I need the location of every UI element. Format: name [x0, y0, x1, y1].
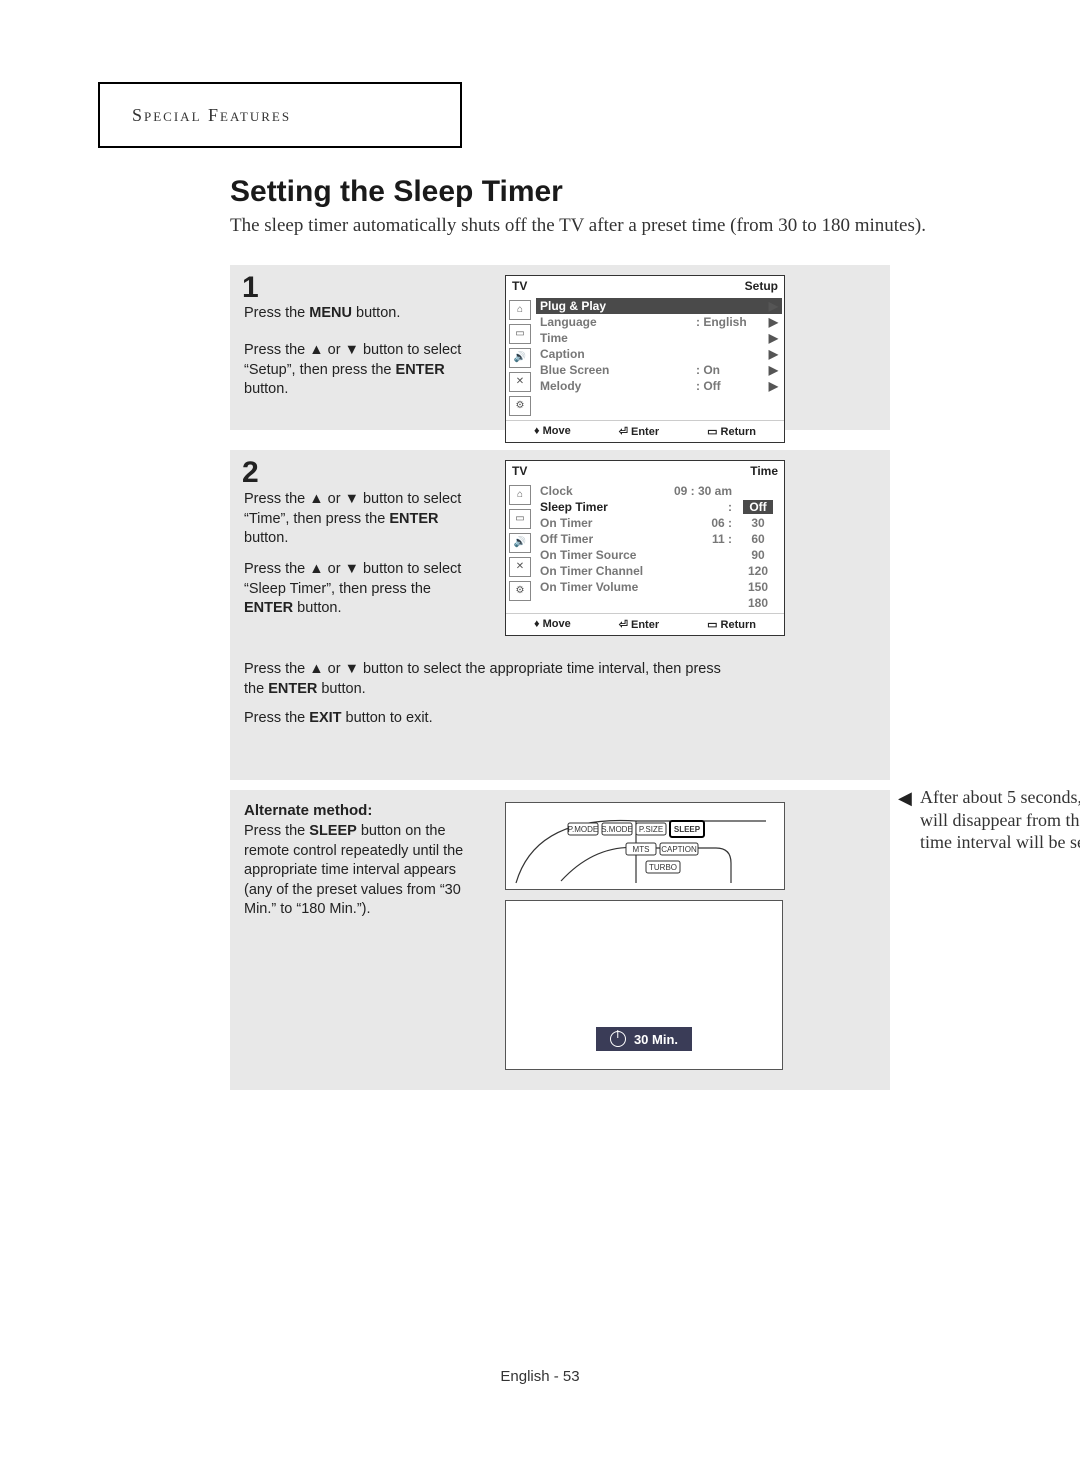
osd-menu-title: Time [750, 464, 778, 478]
intro-text: The sleep timer automatically shuts off … [230, 215, 950, 237]
step2-text-b: Press the ▲ or ▼ button to select “Sleep… [244, 560, 474, 619]
osd-row-on-timer-volume: On Timer Volume150 [540, 579, 778, 595]
down-triangle-icon: ▼ [345, 491, 359, 507]
picture-icon: ▭ [509, 509, 531, 529]
up-triangle-icon: ▲ [309, 561, 323, 577]
step2-text-d: Press the EXIT button to exit. [244, 710, 744, 726]
chevron-right-icon: ▶ [766, 299, 778, 313]
step-2-panel: 2 Press the ▲ or ▼ button to select “Tim… [230, 450, 890, 780]
osd-row-sleep-timer: Sleep Timer:Off [540, 499, 778, 515]
tv-icon: ⌂ [509, 485, 531, 505]
osd-row-option-180: 180 [540, 595, 778, 611]
osd-row-melody: Melody: Off▶ [540, 378, 778, 394]
osd-category-icons: ⌂ ▭ 🔊 ✕ ⚙ [506, 296, 534, 420]
up-triangle-icon: ▲ [309, 491, 323, 507]
left-triangle-icon: ◀ [898, 788, 912, 809]
osd-row-on-timer-channel: On Timer Channel120 [540, 563, 778, 579]
tv-icon: ⌂ [509, 300, 531, 320]
sliders-icon: ⚙ [509, 396, 531, 416]
osd-menu-title: Setup [745, 279, 778, 293]
chevron-right-icon: ▶ [766, 363, 778, 377]
up-triangle-icon: ▲ [309, 342, 323, 358]
alternate-heading: Alternate method: [244, 802, 372, 819]
osd-sleep-indicator: 30 Min. [596, 1027, 692, 1051]
chevron-right-icon: ▶ [766, 315, 778, 329]
sound-icon: 🔊 [509, 348, 531, 368]
up-triangle-icon: ▲ [309, 661, 323, 677]
remote-caption-label: CAPTION [661, 845, 697, 854]
section-header-box: Special Features [98, 82, 462, 148]
step-number-1: 1 [242, 271, 259, 305]
osd-tv-label: TV [512, 279, 527, 293]
sound-icon: 🔊 [509, 533, 531, 553]
setup-icon: ✕ [509, 557, 531, 577]
page-footer: English - 53 [0, 1368, 1080, 1385]
step1-text-b: Press the ▲ or ▼ button to select “Setup… [244, 341, 474, 400]
remote-mts-label: MTS [633, 845, 650, 854]
osd-foot-move: ♦ Move [534, 425, 571, 438]
osd-category-icons: ⌂ ▭ 🔊 ✕ ⚙ [506, 481, 534, 613]
osd-row-clock: Clock09 : 30 am [540, 483, 778, 499]
remote-turbo-label: TURBO [649, 863, 677, 872]
page-title: Setting the Sleep Timer [230, 175, 563, 209]
down-triangle-icon: ▼ [345, 561, 359, 577]
side-note: After about 5 seconds, the sleep display… [920, 786, 1080, 854]
step-number-2: 2 [242, 456, 259, 490]
manual-page: Special Features Setting the Sleep Timer… [0, 0, 1080, 1478]
section-header: Special Features [100, 105, 291, 126]
osd-foot-move: ♦ Move [534, 618, 571, 631]
step2-text-c: Press the ▲ or ▼ button to select the ap… [244, 660, 744, 699]
osd-row-blue-screen: Blue Screen: On▶ [540, 362, 778, 378]
osd-titlebar: TV Setup [506, 276, 784, 296]
chevron-right-icon: ▶ [766, 347, 778, 361]
setup-icon: ✕ [509, 372, 531, 392]
osd-foot-enter: ⏎ Enter [619, 618, 659, 631]
osd-time-menu: TV Time ⌂ ▭ 🔊 ✕ ⚙ Clock09 : 30 am Sleep … [505, 460, 785, 636]
osd-time-list: Clock09 : 30 am Sleep Timer:Off On Timer… [534, 481, 784, 613]
step2-text-a: Press the ▲ or ▼ button to select “Time”… [244, 490, 474, 549]
alternate-method-panel: Alternate method: Press the SLEEP button… [230, 790, 890, 1090]
remote-sleep-label: SLEEP [674, 825, 701, 834]
remote-smode-label: S.MODE [601, 825, 633, 834]
chevron-right-icon: ▶ [766, 331, 778, 345]
power-timer-icon [610, 1031, 626, 1047]
osd-row-caption: Caption▶ [540, 346, 778, 362]
osd-foot-return: ▭ Return [707, 425, 756, 438]
osd-setup-list: Plug & Play▶ Language: English▶ Time▶ Ca… [534, 296, 784, 420]
osd-footer: ♦ Move ⏎ Enter ▭ Return [506, 420, 784, 442]
picture-icon: ▭ [509, 324, 531, 344]
osd-foot-return: ▭ Return [707, 618, 756, 631]
osd-foot-enter: ⏎ Enter [619, 425, 659, 438]
osd-row-off-timer: Off Timer11 :60 [540, 531, 778, 547]
osd-row-plug-play: Plug & Play▶ [536, 298, 782, 314]
osd-row-language: Language: English▶ [540, 314, 778, 330]
remote-illustration: P.MODE S.MODE P.SIZE SLEEP MTS CAPTION T… [505, 802, 785, 890]
down-triangle-icon: ▼ [345, 342, 359, 358]
remote-svg: P.MODE S.MODE P.SIZE SLEEP MTS CAPTION T… [506, 803, 784, 889]
osd-setup-menu: TV Setup ⌂ ▭ 🔊 ✕ ⚙ Plug & Play▶ Language… [505, 275, 785, 443]
alternate-text: Press the SLEEP button on the remote con… [244, 822, 474, 920]
remote-psize-label: P.SIZE [639, 825, 663, 834]
osd-titlebar: TV Time [506, 461, 784, 481]
sliders-icon: ⚙ [509, 581, 531, 601]
chevron-right-icon: ▶ [766, 379, 778, 393]
sleep-timer-selected-option: Off [743, 500, 772, 514]
osd-tv-label: TV [512, 464, 527, 478]
osd-footer: ♦ Move ⏎ Enter ▭ Return [506, 613, 784, 635]
down-triangle-icon: ▼ [345, 661, 359, 677]
remote-pmode-label: P.MODE [568, 825, 599, 834]
osd-row-on-timer-source: On Timer Source90 [540, 547, 778, 563]
step1-text-a: Press the MENU button. [244, 305, 444, 321]
osd-row-on-timer: On Timer06 :30 [540, 515, 778, 531]
tv-screen-illustration: 30 Min. [505, 900, 783, 1070]
step-1-panel: 1 Press the MENU button. Press the ▲ or … [230, 265, 890, 430]
osd-sleep-value: 30 Min. [634, 1032, 678, 1047]
osd-row-time: Time▶ [540, 330, 778, 346]
